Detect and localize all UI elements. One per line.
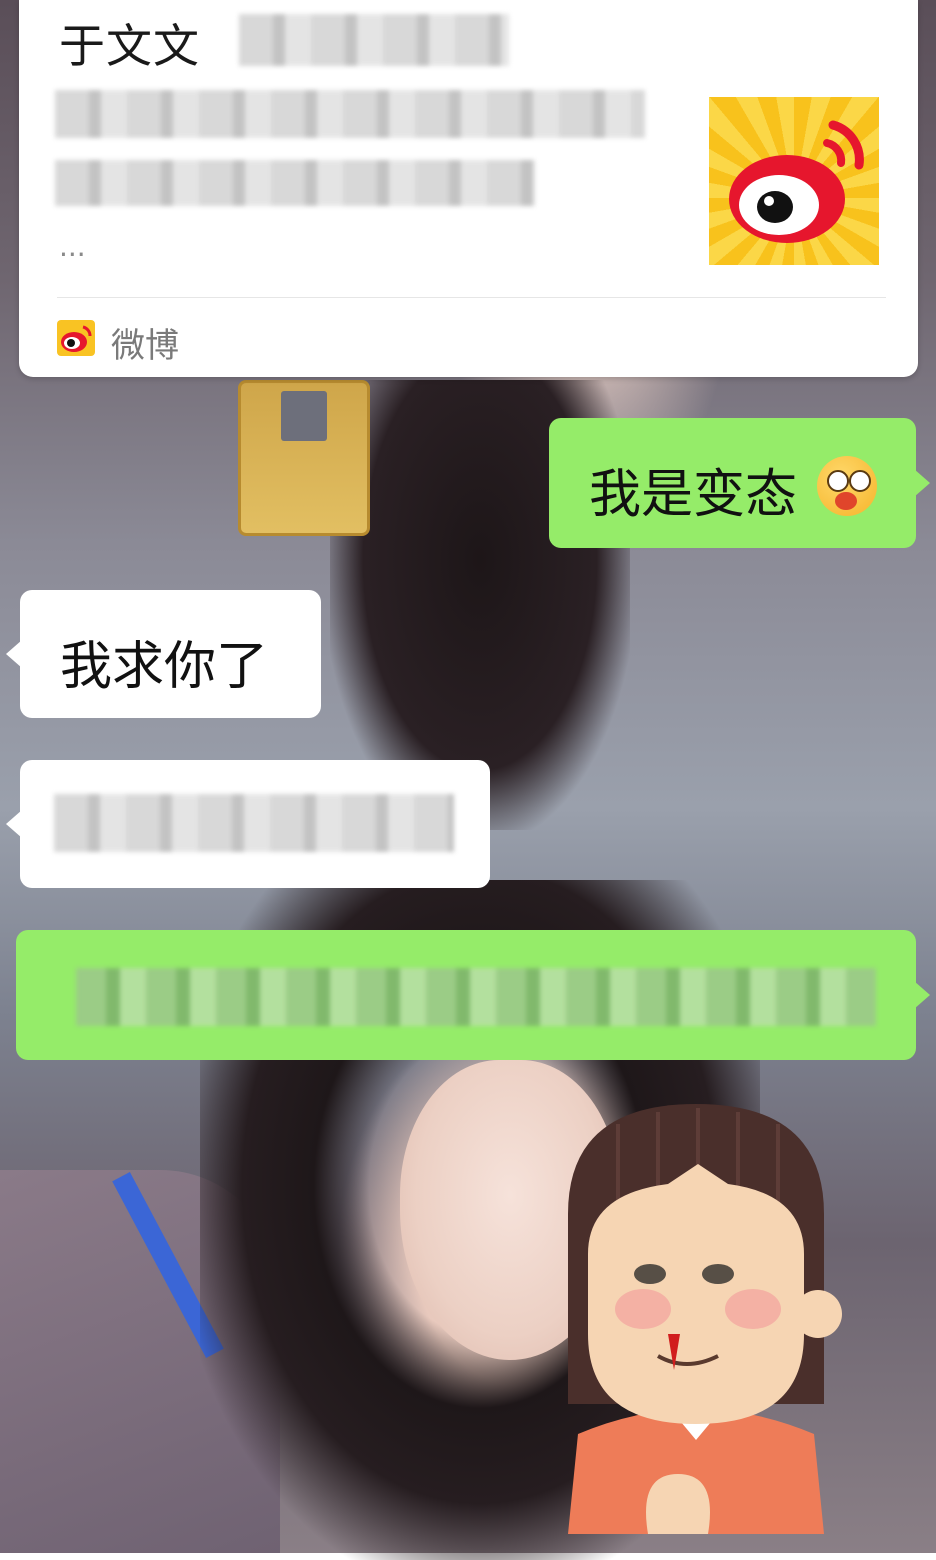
description-redaction-line-1 — [55, 90, 645, 138]
weibo-logo-icon — [709, 97, 879, 265]
message-bubble-outgoing[interactable]: 我是变态 — [549, 418, 930, 548]
link-card-ellipsis: ... — [59, 230, 86, 263]
link-card-title: 于文文 — [59, 19, 200, 73]
message-bubble-outgoing-redacted[interactable] — [16, 930, 930, 1060]
message-bubble-incoming[interactable]: 我求你了 — [6, 590, 321, 718]
nosebleed-girl-sticker[interactable] — [548, 1104, 844, 1534]
background-badge — [238, 380, 370, 536]
description-redaction-line-2 — [55, 160, 535, 206]
title-redaction — [239, 14, 509, 66]
link-card-source: 微博 — [111, 326, 179, 366]
message-text: 我求你了 — [60, 637, 269, 697]
message-bubble-incoming-redacted[interactable] — [6, 760, 490, 888]
message-redaction — [76, 968, 876, 1026]
link-card-divider — [57, 297, 886, 298]
shared-link-card[interactable]: 于文文 ... 微博 — [19, 0, 918, 377]
weibo-icon — [57, 320, 95, 356]
starstruck-face-emoji — [817, 456, 877, 516]
message-text: 我是变态 — [589, 465, 798, 525]
message-redaction — [54, 794, 454, 852]
